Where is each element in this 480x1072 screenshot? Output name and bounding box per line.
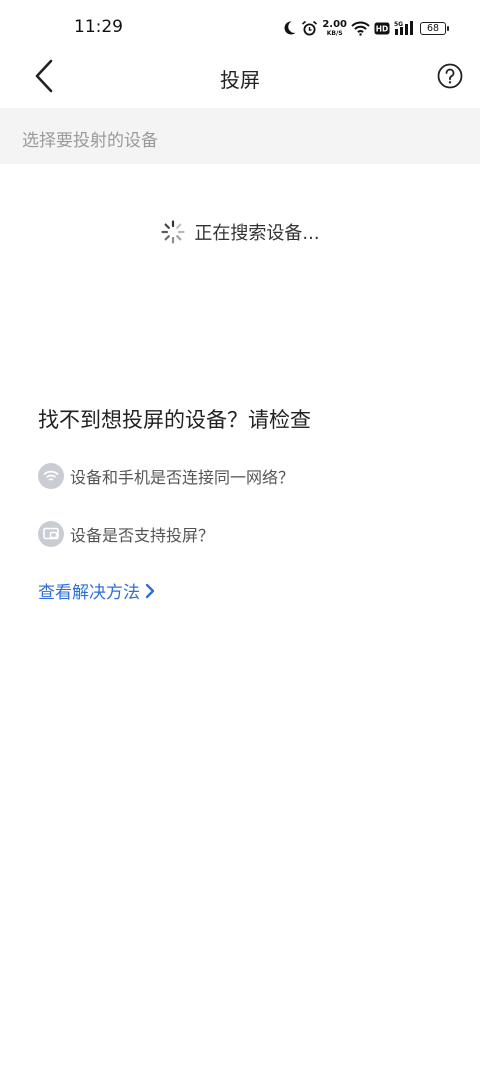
net-speed: 2.00 KB/S bbox=[322, 18, 347, 37]
battery-level: 68 bbox=[426, 22, 440, 34]
signal-label: 5G bbox=[394, 21, 403, 28]
status-icons: 2.00 KB/S HD 5G 68 bbox=[281, 17, 449, 39]
chevron-right-icon bbox=[145, 583, 155, 598]
nav-bar: 投屏 bbox=[0, 52, 480, 108]
tip-text: 设备是否支持投屏？ bbox=[70, 526, 215, 545]
moon-icon bbox=[281, 20, 297, 36]
loading-spinner-icon bbox=[161, 220, 186, 244]
net-speed-unit: KB/S bbox=[326, 29, 343, 37]
tips-title: 找不到想投屏的设备？请检查 bbox=[38, 408, 311, 432]
hd-icon: HD bbox=[374, 22, 390, 35]
page-title: 投屏 bbox=[220, 68, 260, 92]
tip-text: 设备和手机是否连接同一网络？ bbox=[70, 468, 295, 487]
cast-icon bbox=[38, 521, 64, 547]
question-circle-icon bbox=[437, 63, 463, 89]
searching-indicator: 正在搜索设备... bbox=[0, 216, 480, 248]
help-button[interactable] bbox=[436, 62, 464, 90]
status-bar: 11:29 2.00 KB/S HD 5G 68 bbox=[0, 0, 480, 52]
wifi-icon bbox=[38, 463, 64, 489]
battery-icon: 68 bbox=[420, 21, 449, 35]
wifi-icon bbox=[351, 21, 370, 36]
searching-text: 正在搜索设备... bbox=[194, 223, 320, 244]
device-section-label: 选择要投射的设备 bbox=[22, 131, 158, 151]
tip-item-network: 设备和手机是否连接同一网络？ bbox=[38, 462, 294, 490]
net-speed-value: 2.00 bbox=[322, 18, 347, 30]
view-solution-link[interactable]: 查看解决方法 bbox=[38, 578, 156, 603]
status-time: 11:29 bbox=[74, 17, 123, 37]
signal-icon: 5G bbox=[394, 20, 416, 36]
hd-label: HD bbox=[376, 24, 389, 33]
view-solution-label: 查看解决方法 bbox=[38, 583, 140, 603]
device-section-header: 选择要投射的设备 bbox=[0, 108, 480, 164]
tip-item-support: 设备是否支持投屏？ bbox=[38, 520, 214, 548]
alarm-icon bbox=[301, 20, 318, 37]
